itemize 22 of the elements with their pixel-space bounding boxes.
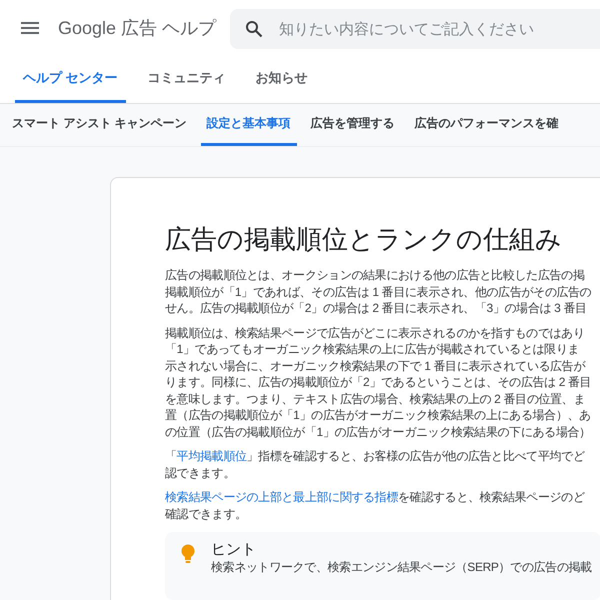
- search-icon: [245, 20, 263, 38]
- paragraph: 検索結果ページの上部と最上部に関する指標を確認すると、検索結果ページのど 確認できます。: [165, 489, 586, 522]
- article-link[interactable]: 検索結果ページの上部と最上部に関する指標: [165, 490, 398, 504]
- lightbulb-icon: [181, 544, 195, 564]
- search-input[interactable]: 知りたい内容についてご記入ください: [277, 20, 600, 38]
- category-tab[interactable]: 広告のパフォーマンスを確: [408, 104, 565, 146]
- paragraph: 掲載順位は、検索結果ページで広告がどこに表示されるのかを指すものではあり 「1」であってもオーガニック検索結果の上に広告が掲載されているとは限りま 示されない場合に、オーガニック検索結果の下で 1 番目に表示されている広告が ります。同様に、広告の掲載順位が「2」であるということは、その広告は 2 番目 を意味します。つまり、テキスト広告の場合、検索結果の上の 2 番目の位置、ま 置（広告の掲載順位が「1」の広告がオーガニック検索結果の上にある場合）、あ の位置（広告の掲載順位が「1」の広告がオーガニック検索結果の下にある場合）: [165, 324, 592, 440]
- category-tab[interactable]: 広告を管理する: [304, 104, 401, 146]
- menu-icon[interactable]: [21, 22, 39, 34]
- hint-text: 検索ネットワークで、検索エンジン結果ページ（SERP）での広告の掲載: [211, 559, 592, 576]
- paragraph: 「平均掲載順位」指標を確認すると、お客様の広告が他の広告と比べて平均でど 認できます。: [165, 448, 586, 481]
- nav-tab[interactable]: ヘルプ センター: [15, 56, 126, 103]
- paragraph: 広告の掲載順位とは、オークションの結果における他の広告と比較した広告の掲 掲載順位が「1」であれば、その広告は 1 番目に表示され、他の広告がその広告の せん。広告の掲載順位が「2」の場合は 2 番目に表示され、「3」の場合は 3 番目: [165, 267, 592, 316]
- search-field[interactable]: 知りたい内容についてご記入ください: [230, 9, 600, 49]
- nav-tab[interactable]: コミュニティ: [140, 56, 234, 103]
- site-title[interactable]: Google 広告 ヘルプ: [58, 16, 230, 40]
- article-link[interactable]: 平均掲載順位: [176, 449, 247, 463]
- article-title: 広告の掲載順位とランクの仕組み: [165, 223, 563, 256]
- nav-tab[interactable]: お知らせ: [248, 56, 316, 103]
- category-tab[interactable]: 設定と基本事項: [200, 104, 297, 146]
- category-tab[interactable]: スマート アシスト キャンペーン: [6, 104, 193, 146]
- hint-title: ヒント: [211, 540, 257, 559]
